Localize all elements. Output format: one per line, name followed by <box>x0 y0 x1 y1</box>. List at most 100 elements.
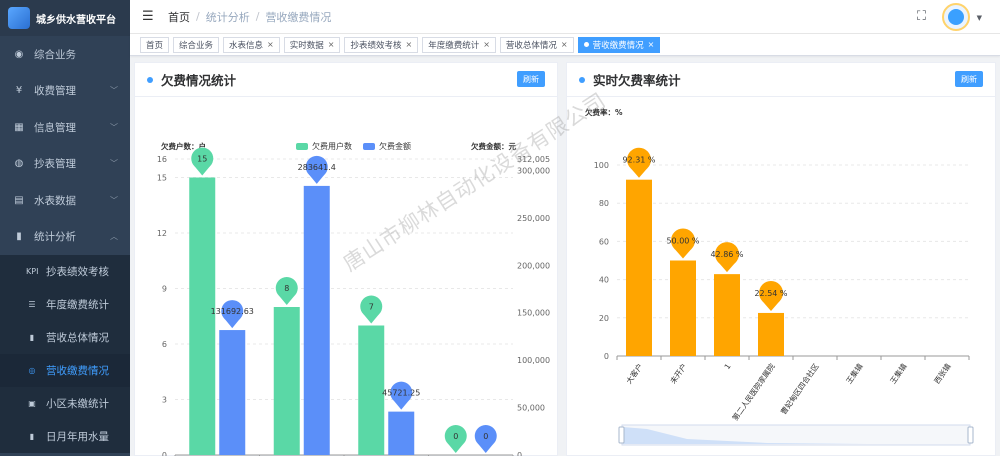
sidebar: 城乡供水营收平台 ◉ 综合业务 ¥ 收费管理 ﹀ ▦ 信息管理 ﹀ ◍ 抄表管理 ﹀ ▤ 水表数据 ﹀ ▮ 统… <box>0 0 130 456</box>
tag-label: 营收缴费情况 <box>592 40 644 51</box>
panel-title: 实时欠费率统计 <box>593 73 681 88</box>
y-tick-label-left: 12 <box>157 229 167 238</box>
sidebar-subitem[interactable]: ▮ 营收总体情况 <box>0 321 130 354</box>
arrears-rate-chart: 欠费率：% 0 20 40 60 80 100 大客户 92.31 % 未开户 50.00 % 1 42… <box>585 107 974 446</box>
zoom-handle-left[interactable] <box>618 426 625 444</box>
tag[interactable]: 实时数据 × <box>283 36 341 53</box>
sidebar-item-label: 收费管理 <box>34 85 76 98</box>
sidebar-item-label: 抄表管理 <box>34 158 76 171</box>
table-icon: ▤ <box>14 194 24 206</box>
tag-label: 营收总体情况 <box>505 40 557 51</box>
logo-icon <box>8 7 30 29</box>
breadcrumb-home[interactable]: 首页 <box>168 9 190 25</box>
tag[interactable]: 抄表绩效考核 × <box>344 36 419 53</box>
refresh-button[interactable]: 刷新 <box>517 71 545 87</box>
sidebar-item[interactable]: ◉ 综合业务 <box>0 36 130 73</box>
data-label: 7 <box>369 303 374 312</box>
data-label: 0 <box>453 432 458 441</box>
legend-label: 欠费金额 <box>379 141 411 151</box>
tag[interactable]: 综合业务 <box>173 36 220 53</box>
panel-header: 实时欠费率统计 刷新 <box>567 63 995 97</box>
fullscreen-icon[interactable]: ⛶ <box>917 9 926 24</box>
bar-amount <box>303 185 330 455</box>
sidebar-item[interactable]: ¥ 收费管理 ﹀ <box>0 73 130 110</box>
gauge-icon: ◍ <box>14 158 24 170</box>
tag[interactable]: 营收总体情况 × <box>499 36 574 53</box>
kpi-icon: KPI <box>26 267 39 276</box>
x-tick-label: 西张镇 <box>932 361 953 386</box>
tag[interactable]: 年度缴费统计 × <box>422 36 496 53</box>
data-label: 42.86 % <box>710 250 743 259</box>
sidebar-subitem[interactable]: ☰ 年度缴费统计 <box>0 288 130 321</box>
data-label: 22.54 % <box>754 289 787 298</box>
data-label: 283641.4 <box>298 163 336 172</box>
x-tick-label: 王集镇 <box>888 361 909 386</box>
bar-rate <box>758 312 784 356</box>
y-tick-label-right: 300,000 <box>517 166 550 175</box>
tag[interactable]: 水表信息 × <box>223 36 280 53</box>
sidebar-subitem[interactable]: KPI 抄表绩效考核 <box>0 255 130 288</box>
zoom-handle-right[interactable] <box>967 426 974 444</box>
sidebar-subitem[interactable]: ▣ 小区未缴统计 <box>0 387 130 420</box>
y-axis-title-right: 欠费金额：元 <box>471 141 516 151</box>
avatar[interactable] <box>942 3 970 31</box>
y-tick-label-right: 50,000 <box>517 404 545 413</box>
caret-down-icon[interactable]: ▼ <box>977 14 982 22</box>
y-tick-label: 0 <box>604 352 609 361</box>
bar-amount <box>219 330 246 455</box>
legend-swatch <box>296 143 308 150</box>
close-icon[interactable]: × <box>483 40 490 49</box>
sidebar-subitem-label: 抄表绩效考核 <box>46 266 109 278</box>
arrears-chart: 欠费用户数 欠费金额欠费户数：户 欠费金额：元0369121516050,00010… <box>157 141 550 456</box>
bar-users <box>358 325 385 455</box>
sidebar-subitem-label: 营收总体情况 <box>46 332 109 344</box>
data-label: 92.31 % <box>622 156 655 165</box>
sidebar-subitem[interactable]: ▮ 日月年用水量 <box>0 420 130 453</box>
sidebar-subitem-label: 小区未缴统计 <box>46 398 109 410</box>
sidebar-subitem-label: 营收缴费情况 <box>46 365 109 377</box>
calendar-icon: ☰ <box>28 300 36 309</box>
sidebar-item[interactable]: ▮ 统计分析 ︿ <box>0 219 130 256</box>
tag[interactable]: 首页 <box>140 36 170 53</box>
sidebar-subitem[interactable]: ◎ 营收缴费情况 <box>0 354 130 387</box>
grid-icon: ▦ <box>14 121 24 133</box>
y-tick-label: 20 <box>599 314 609 323</box>
y-tick-label-left: 9 <box>162 285 167 294</box>
tag-label: 综合业务 <box>179 40 214 51</box>
close-icon[interactable]: × <box>561 40 568 49</box>
close-icon[interactable]: × <box>648 40 655 49</box>
refresh-button[interactable]: 刷新 <box>955 71 983 87</box>
tag[interactable]: 营收缴费情况 × <box>577 36 661 53</box>
panel-dot <box>579 76 585 83</box>
breadcrumb-separator: / <box>255 10 260 23</box>
square-icon: ▣ <box>28 399 36 408</box>
sidebar-item[interactable]: ▦ 信息管理 ﹀ <box>0 109 130 146</box>
sidebar-item-label: 信息管理 <box>34 121 76 134</box>
tag-label: 首页 <box>146 40 164 51</box>
data-label: 8 <box>284 284 289 293</box>
hamburger-icon[interactable]: ☰ <box>142 9 154 24</box>
sidebar-item-label: 综合业务 <box>34 48 76 61</box>
bar-users <box>273 307 300 455</box>
bar-chart-icon: ▮ <box>29 333 35 342</box>
tags-view: 首页 综合业务 水表信息 × 实时数据 × 抄表绩效考核 × 年度缴费统计 × 营收总体情况 × 营收缴… <box>130 34 1000 56</box>
bar-rate <box>714 274 740 356</box>
sidebar-subitem-label: 日月年用水量 <box>46 431 109 443</box>
tag-label: 实时数据 <box>289 40 324 51</box>
data-label: 15 <box>197 155 207 164</box>
tag-label: 抄表绩效考核 <box>350 40 402 51</box>
sidebar-menu: ◉ 综合业务 ¥ 收费管理 ﹀ ▦ 信息管理 ﹀ ◍ 抄表管理 ﹀ ▤ 水表数据 ﹀ ▮ 统计分析 ︿ KPI 抄表… <box>0 36 130 453</box>
y-tick-label: 80 <box>599 199 609 208</box>
x-tick-label: 未开户 <box>668 361 689 385</box>
close-icon[interactable]: × <box>267 40 274 49</box>
close-icon[interactable]: × <box>405 40 412 49</box>
data-label: 0 <box>483 432 488 441</box>
sidebar-item[interactable]: ▤ 水表数据 ﹀ <box>0 182 130 219</box>
legend-swatch <box>363 143 375 150</box>
sidebar-item[interactable]: ◍ 抄表管理 ﹀ <box>0 146 130 183</box>
close-icon[interactable]: × <box>328 40 335 49</box>
panel-title: 欠费情况统计 <box>161 73 237 88</box>
user-icon <box>948 9 964 25</box>
y-tick-label-left: 0 <box>162 451 167 456</box>
bar-users <box>189 177 216 455</box>
